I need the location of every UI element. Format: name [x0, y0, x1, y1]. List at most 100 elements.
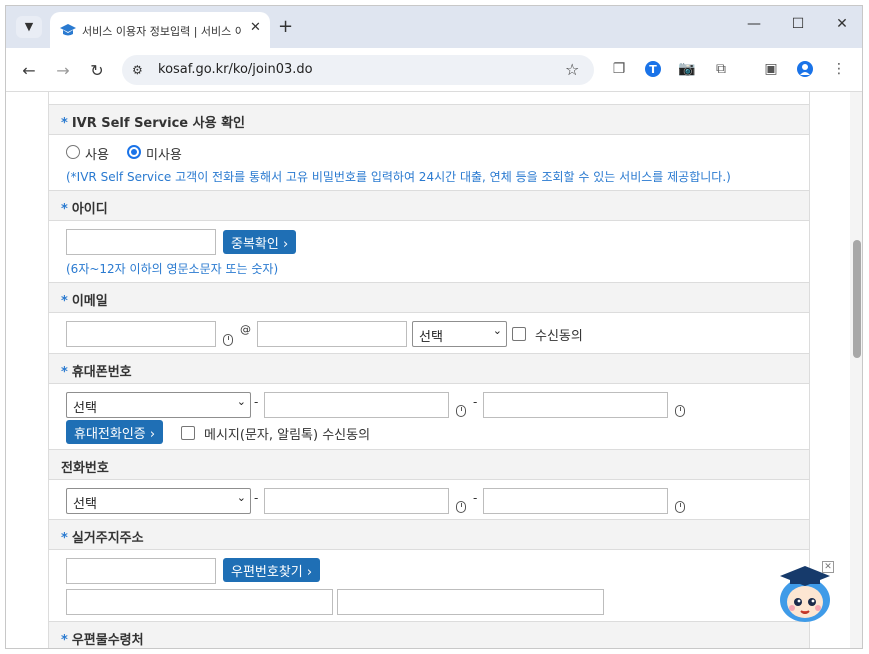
chevron-right-icon: › [282, 237, 289, 252]
ivr-option-nouse-label: 미사용 [146, 148, 182, 163]
email-consent-checkbox[interactable] [512, 327, 526, 341]
tab-active[interactable]: 서비스 이용자 정보입력 | 서비스 이용 ✕ [50, 12, 270, 48]
mobile-select-value: 선택 [73, 401, 97, 416]
back-arrow-icon[interactable]: ← [20, 61, 38, 80]
maximize-button[interactable]: ☐ [788, 16, 808, 32]
email-title: 이메일 [71, 294, 108, 309]
required-mark: * [61, 365, 68, 380]
zipcode-search-button[interactable]: 우편번호찾기 › [223, 558, 321, 582]
page-content: * IVR Self Service 사용 확인 사용 미사용 (*IVR Sel… [6, 92, 862, 648]
phone-last-input[interactable] [483, 488, 668, 514]
forward-arrow-icon[interactable]: → [54, 61, 72, 80]
userid-section-header: * 아이디 [49, 190, 809, 221]
tab-close-icon[interactable]: ✕ [250, 20, 261, 35]
phone-prefix-select[interactable]: 선택 ⌄ [66, 488, 251, 514]
dash: - [254, 491, 259, 505]
address-title: 실거주지주소 [71, 531, 144, 546]
signup-form: * IVR Self Service 사용 확인 사용 미사용 (*IVR Sel… [48, 92, 810, 648]
email-consent-label: 수신동의 [535, 329, 583, 344]
dash: - [473, 491, 478, 505]
scrollbar-thumb[interactable] [853, 240, 861, 358]
duplicate-check-label: 중복확인 [231, 237, 279, 252]
menu-kebab-icon[interactable]: ⋮ [830, 61, 848, 77]
email-at-sign: @ [240, 323, 251, 336]
mobile-middle-input[interactable] [264, 392, 449, 418]
chevron-right-icon: › [149, 427, 156, 442]
reload-icon[interactable]: ↻ [88, 61, 106, 80]
address-bar[interactable]: ⚙ kosaf.go.kr/ko/join03.do ☆ [122, 55, 594, 85]
site-info-icon[interactable]: ⚙ [132, 63, 143, 77]
message-consent-checkbox[interactable] [181, 426, 195, 440]
mobile-verify-button[interactable]: 휴대전화인증 › [66, 420, 164, 444]
email-select-value: 선택 [419, 330, 443, 345]
virtual-keyboard-mouse-icon[interactable] [456, 501, 466, 513]
required-mark: * [61, 202, 68, 217]
zipcode-search-label: 우편번호찾기 [231, 565, 303, 580]
avatar-circle-icon [797, 61, 813, 77]
svg-text:T: T [649, 63, 657, 76]
message-consent-label: 메시지(문자, 알림톡) 수신동의 [204, 428, 371, 443]
mail-recipient-title: 우편물수령처 [71, 633, 144, 648]
browser-window: ▼ 서비스 이용자 정보입력 | 서비스 이용 ✕ + — ☐ ✕ ← → ↻ … [5, 5, 863, 649]
dash: - [254, 395, 259, 409]
tab-title: 서비스 이용자 정보입력 | 서비스 이용 [82, 25, 242, 38]
required-mark: * [61, 531, 68, 546]
email-domain-input[interactable] [257, 321, 407, 347]
mobile-title: 휴대폰번호 [71, 365, 132, 380]
ivr-option-use-label: 사용 [85, 148, 109, 163]
mobile-section-header: * 휴대폰번호 [49, 353, 809, 384]
virtual-keyboard-mouse-icon[interactable] [675, 501, 685, 513]
email-local-input[interactable] [66, 321, 216, 347]
address-line1-input[interactable] [66, 589, 333, 615]
chevron-down-icon: ⌄ [236, 395, 246, 408]
mobile-verify-label: 휴대전화인증 [74, 427, 146, 442]
virtual-keyboard-mouse-icon[interactable] [456, 405, 466, 417]
tab-strip: ▼ 서비스 이용자 정보입력 | 서비스 이용 ✕ + — ☐ ✕ [6, 6, 862, 48]
chevron-down-icon: ⌄ [236, 491, 246, 504]
side-panel-icon[interactable]: ▣ [762, 61, 780, 77]
url-text[interactable]: kosaf.go.kr/ko/join03.do [158, 62, 313, 77]
email-section-header: * 이메일 [49, 282, 809, 313]
t-circle-icon: T [645, 61, 661, 77]
address-line2-input[interactable] [337, 589, 604, 615]
required-mark: * [61, 633, 68, 648]
browser-toolbar: ← → ↻ ⚙ kosaf.go.kr/ko/join03.do ☆ ❐ T 📷… [6, 48, 862, 92]
profile-avatar-icon[interactable] [796, 61, 814, 81]
page-scrollbar[interactable] [850, 92, 862, 648]
tab-search-button[interactable]: ▼ [16, 16, 42, 38]
required-mark: * [61, 116, 68, 131]
phone-title: 전화번호 [61, 461, 109, 476]
phone-select-value: 선택 [73, 497, 97, 512]
copy-icon[interactable]: ❐ [610, 61, 628, 77]
mail-recipient-section-header: * 우편물수령처 [49, 621, 809, 648]
phone-section-header: 전화번호 [49, 449, 809, 480]
required-mark: * [61, 294, 68, 309]
new-tab-button[interactable]: + [278, 16, 293, 37]
ivr-title: IVR Self Service 사용 확인 [71, 116, 245, 131]
camera-icon[interactable]: 📷 [678, 61, 696, 77]
virtual-keyboard-mouse-icon[interactable] [223, 334, 233, 346]
mobile-prefix-select[interactable]: 선택 ⌄ [66, 392, 251, 418]
userid-input[interactable] [66, 229, 216, 255]
mobile-last-input[interactable] [483, 392, 668, 418]
extensions-puzzle-icon[interactable]: ⧉ [712, 61, 730, 77]
minimize-button[interactable]: — [744, 16, 764, 32]
userid-hint: (6자~12자 이하의 영문소문자 또는 숫자) [66, 262, 279, 276]
email-domain-select[interactable]: 선택 ⌄ [412, 321, 507, 347]
zipcode-input[interactable] [66, 558, 216, 584]
ivr-hint: (*IVR Self Service 고객이 전화를 통해서 고유 비밀번호를 … [66, 170, 731, 184]
address-section-header: * 실거주지주소 [49, 519, 809, 550]
chevron-down-icon: ⌄ [492, 324, 502, 337]
phone-middle-input[interactable] [264, 488, 449, 514]
translate-extension-icon[interactable]: T [644, 61, 662, 81]
ivr-radio-use[interactable] [66, 145, 80, 159]
duplicate-check-button[interactable]: 중복확인 › [223, 230, 297, 254]
dash: - [473, 395, 478, 409]
bookmark-star-icon[interactable]: ☆ [565, 60, 579, 79]
userid-title: 아이디 [71, 202, 108, 217]
chevron-right-icon: › [306, 565, 313, 580]
close-window-button[interactable]: ✕ [832, 16, 852, 32]
ivr-radio-nouse[interactable] [127, 145, 141, 159]
virtual-keyboard-mouse-icon[interactable] [675, 405, 685, 417]
chatbot-close-icon[interactable]: ✕ [822, 561, 834, 573]
